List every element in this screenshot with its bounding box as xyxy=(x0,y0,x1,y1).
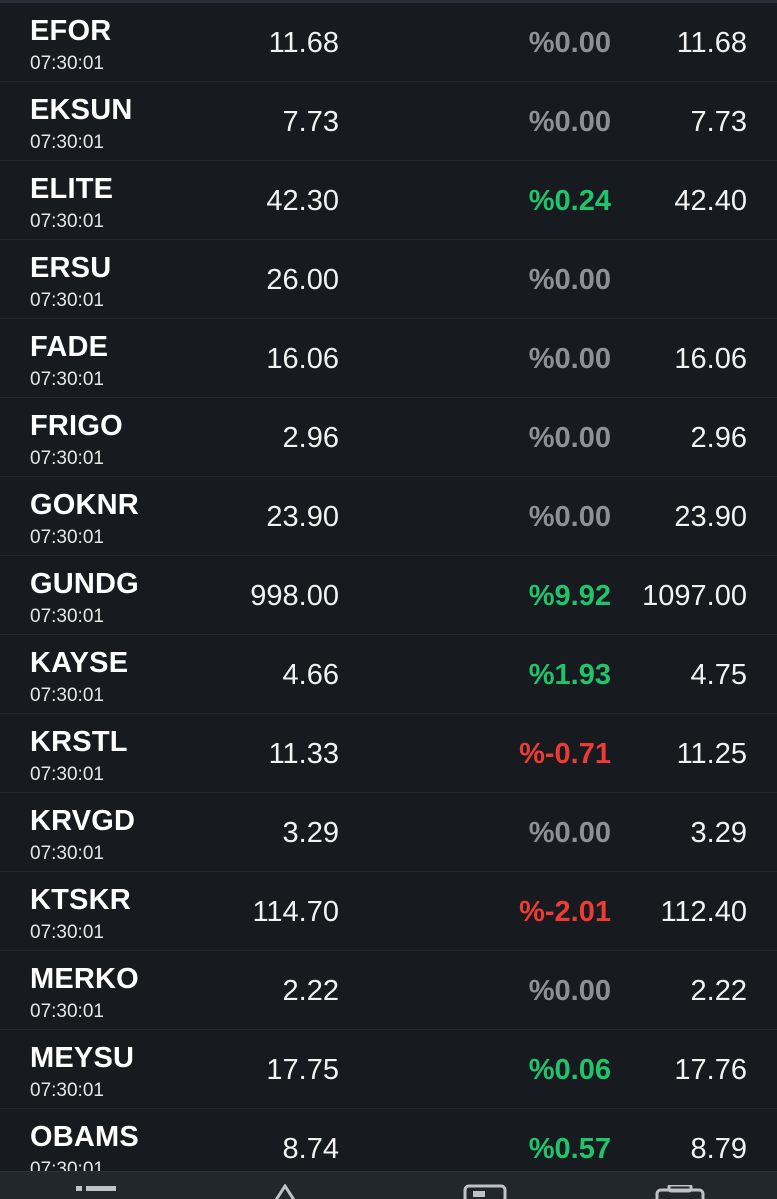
stock-row[interactable]: KRVGD 07:30:01 3.29 %0.00 3.29 xyxy=(0,793,777,872)
stock-close-price: 112.40 xyxy=(660,896,747,928)
stock-time: 07:30:01 xyxy=(30,1080,104,1101)
stock-time: 07:30:01 xyxy=(30,448,104,469)
stock-symbol: KAYSE xyxy=(30,647,129,679)
stock-time: 07:30:01 xyxy=(30,843,104,864)
stock-last-price: 11.68 xyxy=(268,27,339,59)
stock-last-price: 998.00 xyxy=(250,580,339,612)
stock-change-percent: %1.93 xyxy=(528,659,611,691)
stock-last-price: 3.29 xyxy=(282,817,339,849)
stock-close-price: 3.29 xyxy=(690,817,747,849)
stock-row[interactable]: KAYSE 07:30:01 4.66 %1.93 4.75 xyxy=(0,635,777,714)
stock-symbol: MERKO xyxy=(30,963,139,995)
stock-last-price: 4.66 xyxy=(282,659,339,691)
stock-row[interactable]: KTSKR 07:30:01 114.70 %-2.01 112.40 xyxy=(0,872,777,951)
news-icon[interactable] xyxy=(463,1184,509,1199)
stock-change-percent: %0.00 xyxy=(528,343,611,375)
stock-symbol: KRVGD xyxy=(30,805,136,837)
stock-row[interactable]: GUNDG 07:30:01 998.00 %9.92 1097.00 xyxy=(0,556,777,635)
stock-close-price: 1097.00 xyxy=(642,580,747,612)
stock-symbol: ERSU xyxy=(30,252,112,284)
stock-close-price: 11.25 xyxy=(676,738,747,770)
stock-time: 07:30:01 xyxy=(30,685,104,706)
stock-row[interactable]: FADE 07:30:01 16.06 %0.00 16.06 xyxy=(0,319,777,398)
stock-symbol: MEYSU xyxy=(30,1042,135,1074)
stock-symbol: FRIGO xyxy=(30,410,123,442)
stock-last-price: 23.90 xyxy=(266,501,339,533)
stock-close-price: 4.75 xyxy=(690,659,747,691)
stock-change-percent: %0.00 xyxy=(528,975,611,1007)
stock-change-percent: %0.57 xyxy=(528,1133,611,1165)
stock-last-price: 8.74 xyxy=(282,1133,339,1165)
stock-last-price: 17.75 xyxy=(266,1054,339,1086)
stock-row[interactable]: KRSTL 07:30:01 11.33 %-0.71 11.25 xyxy=(0,714,777,793)
stock-row[interactable]: MERKO 07:30:01 2.22 %0.00 2.22 xyxy=(0,951,777,1030)
stock-last-price: 11.33 xyxy=(268,738,339,770)
stock-time: 07:30:01 xyxy=(30,53,104,74)
stock-time: 07:30:01 xyxy=(30,369,104,390)
stock-list[interactable]: EFOR 07:30:01 11.68 %0.00 11.68 EKSUN 07… xyxy=(0,3,777,1171)
stock-close-price: 7.73 xyxy=(690,106,747,138)
stock-change-percent: %9.92 xyxy=(528,580,611,612)
stock-last-price: 114.70 xyxy=(252,896,339,928)
stock-time: 07:30:01 xyxy=(30,1159,104,1171)
stock-row[interactable]: EFOR 07:30:01 11.68 %0.00 11.68 xyxy=(0,3,777,82)
stock-close-price: 23.90 xyxy=(674,501,747,533)
stock-change-percent: %0.00 xyxy=(528,27,611,59)
stock-change-percent: %-2.01 xyxy=(519,896,611,928)
stock-symbol: KTSKR xyxy=(30,884,131,916)
stock-change-percent: %0.00 xyxy=(528,422,611,454)
stock-row[interactable]: OBAMS 07:30:01 8.74 %0.57 8.79 xyxy=(0,1109,777,1171)
stock-last-price: 16.06 xyxy=(266,343,339,375)
list-icon[interactable] xyxy=(76,1184,118,1199)
stock-change-percent: %0.06 xyxy=(528,1054,611,1086)
stock-close-price: 8.79 xyxy=(690,1133,747,1165)
stock-time: 07:30:01 xyxy=(30,764,104,785)
stock-symbol: GOKNR xyxy=(30,489,139,521)
stock-last-price: 7.73 xyxy=(282,106,339,138)
portfolio-icon[interactable] xyxy=(655,1183,705,1199)
stock-close-price: 2.22 xyxy=(690,975,747,1007)
stock-last-price: 2.96 xyxy=(282,422,339,454)
stock-last-price: 26.00 xyxy=(266,264,339,296)
stock-last-price: 2.22 xyxy=(282,975,339,1007)
stock-symbol: EFOR xyxy=(30,15,112,47)
stock-symbol: OBAMS xyxy=(30,1121,139,1153)
stock-change-percent: %0.24 xyxy=(528,185,611,217)
stock-symbol: FADE xyxy=(30,331,109,363)
stock-row[interactable]: MEYSU 07:30:01 17.75 %0.06 17.76 xyxy=(0,1030,777,1109)
stock-last-price: 42.30 xyxy=(266,185,339,217)
stock-row[interactable]: GOKNR 07:30:01 23.90 %0.00 23.90 xyxy=(0,477,777,556)
stock-close-price: 42.40 xyxy=(674,185,747,217)
stock-row[interactable]: FRIGO 07:30:01 2.96 %0.00 2.96 xyxy=(0,398,777,477)
stock-change-percent: %0.00 xyxy=(528,817,611,849)
stock-symbol: KRSTL xyxy=(30,726,128,758)
stock-change-percent: %-0.71 xyxy=(519,738,611,770)
stock-close-price: 16.06 xyxy=(674,343,747,375)
chart-icon[interactable] xyxy=(272,1183,298,1199)
stock-change-percent: %0.00 xyxy=(528,106,611,138)
bottom-navigation xyxy=(0,1171,777,1199)
stock-row[interactable]: ERSU 07:30:01 26.00 %0.00 xyxy=(0,240,777,319)
stock-time: 07:30:01 xyxy=(30,1001,104,1022)
stock-change-percent: %0.00 xyxy=(528,264,611,296)
stock-row[interactable]: EKSUN 07:30:01 7.73 %0.00 7.73 xyxy=(0,82,777,161)
stock-close-price: 11.68 xyxy=(676,27,747,59)
stock-close-price: 2.96 xyxy=(690,422,747,454)
stock-close-price: 17.76 xyxy=(674,1054,747,1086)
stock-row[interactable]: ELITE 07:30:01 42.30 %0.24 42.40 xyxy=(0,161,777,240)
stock-time: 07:30:01 xyxy=(30,132,104,153)
stock-time: 07:30:01 xyxy=(30,211,104,232)
stock-time: 07:30:01 xyxy=(30,527,104,548)
stock-time: 07:30:01 xyxy=(30,606,104,627)
stock-change-percent: %0.00 xyxy=(528,501,611,533)
stock-time: 07:30:01 xyxy=(30,290,104,311)
stock-symbol: ELITE xyxy=(30,173,114,205)
stock-symbol: EKSUN xyxy=(30,94,133,126)
stock-time: 07:30:01 xyxy=(30,922,104,943)
stock-symbol: GUNDG xyxy=(30,568,139,600)
